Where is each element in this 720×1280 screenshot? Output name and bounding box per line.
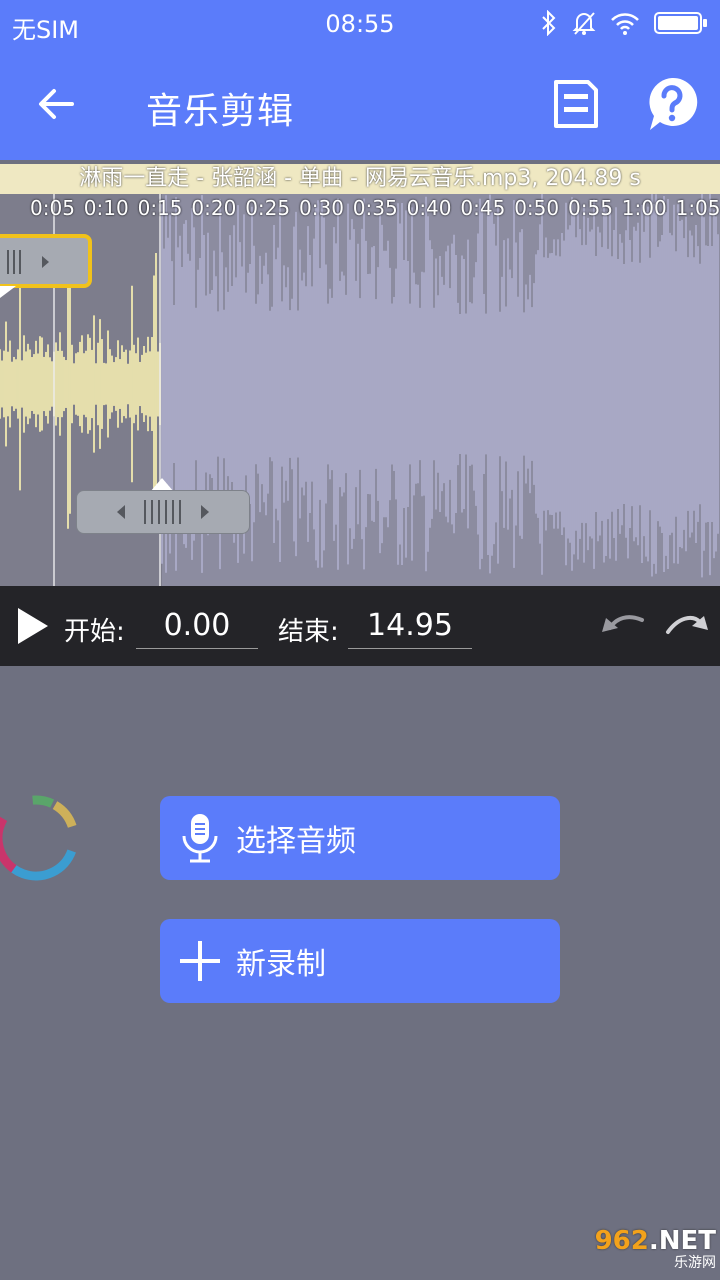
start-marker-handle[interactable] (0, 234, 92, 288)
undo-icon[interactable] (598, 608, 646, 644)
timeline-tick: 0:10 (83, 196, 129, 220)
select-audio-label: 选择音频 (236, 824, 356, 859)
timeline-tick: 0:50 (514, 196, 560, 220)
timeline-tick: 0:15 (137, 196, 183, 220)
grip-icon (7, 250, 49, 274)
microphone-icon (182, 814, 218, 863)
end-marker-handle[interactable] (76, 490, 250, 534)
plus-icon (180, 941, 220, 981)
timeline-tick: 0:35 (352, 196, 398, 220)
status-bar: 无SIM 08:55 (0, 0, 720, 48)
mute-bell-icon (572, 12, 596, 35)
new-record-label: 新录制 (236, 947, 326, 982)
save-icon[interactable] (552, 78, 600, 130)
end-time-field[interactable]: 14.95 (348, 604, 472, 649)
file-info-label: 淋雨一直走 - 张韶涵 - 单曲 - 网易云音乐.mp3, 204.89 s (0, 164, 720, 194)
play-icon[interactable] (16, 606, 50, 646)
start-label: 开始: (64, 617, 125, 647)
timeline-tick: 1:05 (675, 196, 720, 220)
timeline-tick: 0:40 (406, 196, 452, 220)
playback-control-bar: 开始: 0.00 结束: 14.95 (0, 586, 720, 666)
grip-icon (117, 500, 209, 524)
help-icon[interactable] (646, 76, 698, 132)
timeline-tick: 0:45 (460, 196, 506, 220)
wifi-icon (611, 13, 639, 35)
timeline-tick: 0:20 (191, 196, 237, 220)
watermark-logo: 962.NET 乐游网 (584, 1226, 716, 1276)
redo-icon[interactable] (664, 608, 712, 644)
start-time-field[interactable]: 0.00 (136, 604, 258, 649)
app-bar: 音乐剪辑 (0, 48, 720, 160)
watermark-digits: 962 (594, 1226, 649, 1256)
loading-spinner-icon (0, 795, 79, 881)
bluetooth-icon (542, 10, 556, 36)
timeline-tick: 0:55 (568, 196, 613, 220)
timeline-ruler: 0:05 0:10 0:15 0:20 0:25 0:30 0:35 0:40 0:45 0:50… (0, 196, 720, 224)
end-label: 结束: (278, 617, 339, 647)
timeline-tick: 0:30 (299, 196, 344, 220)
timeline-tick: 0:05 (30, 196, 75, 220)
page-title: 音乐剪辑 (146, 91, 295, 132)
battery-icon (654, 12, 707, 34)
timeline-tick: 1:00 (621, 196, 667, 220)
start-marker-pointer-icon (0, 286, 16, 298)
select-audio-button[interactable]: 选择音频 (160, 796, 560, 880)
back-arrow-icon[interactable] (32, 80, 80, 128)
timeline-tick: 0:25 (245, 196, 291, 220)
new-record-button[interactable]: 新录制 (160, 919, 560, 1003)
